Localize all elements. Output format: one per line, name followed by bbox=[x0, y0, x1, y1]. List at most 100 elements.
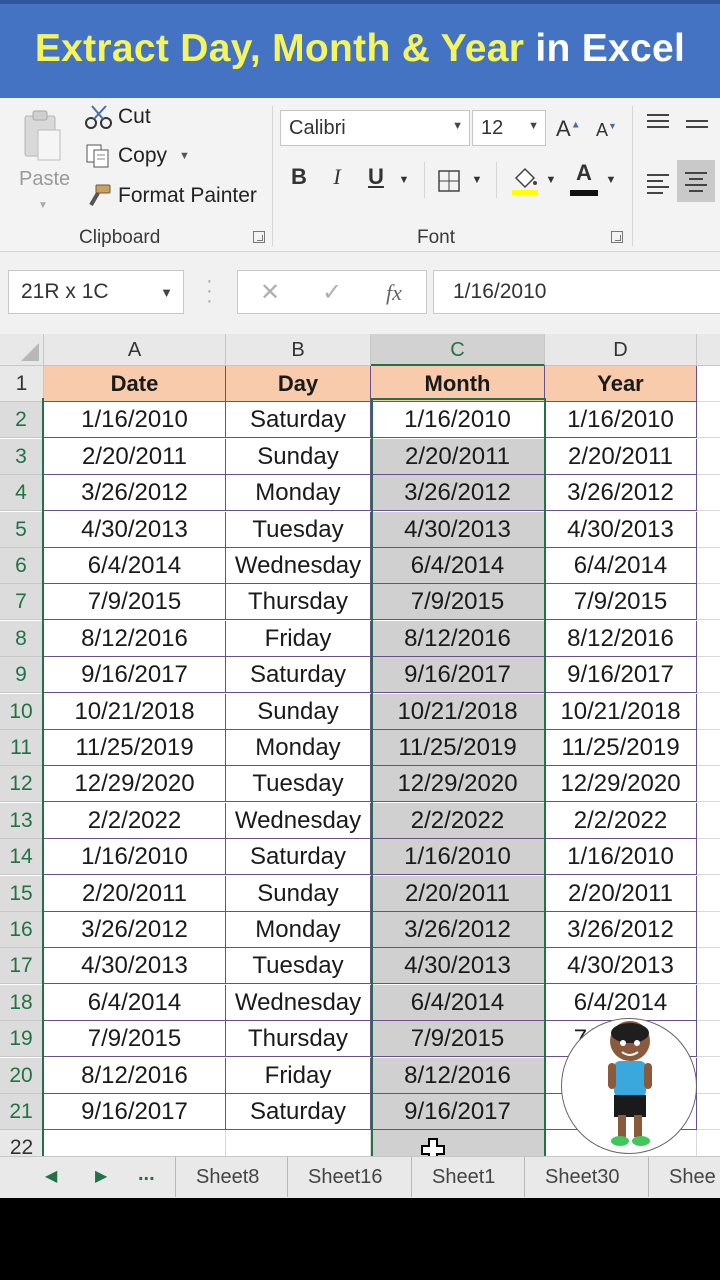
table-cell[interactable]: 1/16/2010 bbox=[371, 839, 545, 876]
row-header[interactable]: 18 bbox=[0, 984, 44, 1021]
table-cell[interactable]: Sunday bbox=[226, 875, 371, 912]
clipboard-launcher-icon[interactable] bbox=[253, 231, 265, 243]
bold-button[interactable]: B bbox=[290, 164, 308, 198]
format-painter-button[interactable]: Format Painter bbox=[84, 181, 257, 211]
chevron-down-icon[interactable]: ▼ bbox=[38, 200, 48, 211]
table-cell[interactable]: 4/30/2013 bbox=[44, 948, 226, 985]
table-cell[interactable]: 7/9/2015 bbox=[44, 584, 226, 621]
table-cell[interactable]: 8/12/2016 bbox=[545, 620, 697, 657]
empty-cell[interactable] bbox=[697, 948, 720, 985]
empty-cell[interactable] bbox=[697, 366, 720, 402]
empty-cell[interactable] bbox=[697, 839, 720, 876]
chevron-down-icon[interactable]: ▼ bbox=[471, 174, 483, 208]
header-cell[interactable]: Month bbox=[371, 366, 545, 402]
fill-color-icon[interactable] bbox=[510, 164, 540, 196]
row-header[interactable]: 15 bbox=[0, 875, 44, 912]
table-cell[interactable]: 7/9/2015 bbox=[371, 584, 545, 621]
chevron-down-icon[interactable]: ▼ bbox=[545, 174, 557, 208]
row-header[interactable]: 8 bbox=[0, 620, 44, 657]
table-cell[interactable]: 9/16/2017 bbox=[545, 657, 697, 694]
table-cell[interactable]: 1/16/2010 bbox=[44, 402, 226, 439]
table-cell[interactable]: 2/2/2022 bbox=[44, 802, 226, 839]
select-all-button[interactable] bbox=[0, 334, 44, 366]
header-cell[interactable]: Date bbox=[44, 366, 226, 402]
row-header[interactable]: 20 bbox=[0, 1057, 44, 1094]
table-cell[interactable]: 4/30/2013 bbox=[44, 511, 226, 548]
enter-icon[interactable]: ✓ bbox=[322, 278, 342, 307]
table-cell[interactable]: Wednesday bbox=[226, 548, 371, 584]
table-cell[interactable]: 3/26/2012 bbox=[371, 475, 545, 512]
empty-cell[interactable] bbox=[697, 985, 720, 1021]
table-cell[interactable]: Saturday bbox=[226, 402, 371, 439]
table-cell[interactable]: 6/4/2014 bbox=[371, 548, 545, 584]
empty-cell[interactable] bbox=[697, 584, 720, 621]
row-header[interactable]: 4 bbox=[0, 475, 44, 512]
name-box[interactable]: 21R x 1C ▼ bbox=[8, 270, 184, 314]
font-name-select[interactable]: Calibri ▼ bbox=[280, 110, 470, 146]
formula-bar-resize-handle[interactable]: · · · bbox=[206, 271, 213, 311]
table-cell[interactable]: Sunday bbox=[226, 438, 371, 475]
scroll-tabs-left-icon[interactable]: ◀ bbox=[45, 1166, 57, 1186]
table-cell[interactable]: 3/26/2012 bbox=[371, 912, 545, 948]
shrink-font-button[interactable]: A▼ bbox=[596, 120, 617, 141]
grow-font-button[interactable]: A▲ bbox=[556, 116, 581, 142]
row-header[interactable]: 1 bbox=[0, 366, 44, 402]
table-cell[interactable]: 6/4/2014 bbox=[44, 984, 226, 1021]
table-cell[interactable]: Friday bbox=[226, 620, 371, 657]
row-header[interactable]: 14 bbox=[0, 839, 44, 876]
table-cell[interactable]: 1/16/2010 bbox=[371, 402, 545, 439]
table-cell[interactable]: Saturday bbox=[226, 657, 371, 694]
header-cell[interactable]: Year bbox=[545, 366, 697, 402]
table-cell[interactable]: Wednesday bbox=[226, 802, 371, 839]
chevron-down-icon[interactable]: ▼ bbox=[605, 174, 617, 208]
table-cell[interactable]: 8/12/2016 bbox=[44, 620, 226, 657]
row-header[interactable]: 6 bbox=[0, 548, 44, 584]
empty-cell[interactable] bbox=[697, 1130, 720, 1156]
table-cell[interactable]: 2/20/2011 bbox=[371, 875, 545, 912]
table-cell[interactable]: 7/9/2015 bbox=[371, 1021, 545, 1058]
row-header[interactable]: 13 bbox=[0, 802, 44, 839]
empty-cell[interactable] bbox=[697, 876, 720, 912]
table-cell[interactable]: 1/16/2010 bbox=[44, 839, 226, 876]
underline-button[interactable]: U bbox=[366, 164, 386, 198]
table-cell[interactable]: 6/4/2014 bbox=[44, 548, 226, 584]
empty-cell[interactable] bbox=[697, 1058, 720, 1094]
row-header[interactable]: 11 bbox=[0, 730, 44, 766]
empty-cell[interactable] bbox=[697, 766, 720, 803]
table-cell[interactable]: 10/21/2018 bbox=[545, 693, 697, 730]
row-header[interactable]: 3 bbox=[0, 438, 44, 475]
empty-cell[interactable] bbox=[697, 1021, 720, 1058]
table-cell[interactable]: 11/25/2019 bbox=[371, 730, 545, 766]
align-middle-icon[interactable] bbox=[684, 118, 710, 138]
insert-function-icon[interactable]: fx bbox=[386, 280, 402, 306]
sheet-tab[interactable]: Shee bbox=[648, 1157, 720, 1197]
copy-button[interactable]: Copy ▼ bbox=[84, 141, 190, 171]
row-header[interactable]: 9 bbox=[0, 657, 44, 694]
scroll-tabs-right-icon[interactable]: ▶ bbox=[95, 1166, 107, 1186]
empty-cell[interactable] bbox=[697, 621, 720, 657]
table-cell[interactable]: Sunday bbox=[226, 693, 371, 730]
font-size-select[interactable]: 12 ▼ bbox=[472, 110, 546, 146]
table-cell[interactable]: 12/29/2020 bbox=[545, 766, 697, 803]
table-cell[interactable]: 10/21/2018 bbox=[44, 693, 226, 730]
row-header[interactable]: 10 bbox=[0, 693, 44, 730]
align-left-icon[interactable] bbox=[645, 172, 671, 194]
column-header-b[interactable]: B bbox=[226, 334, 371, 366]
empty-cell[interactable] bbox=[697, 512, 720, 548]
table-cell[interactable] bbox=[44, 1130, 226, 1156]
table-cell[interactable]: 11/25/2019 bbox=[44, 730, 226, 766]
table-cell[interactable]: 12/29/2020 bbox=[371, 766, 545, 803]
header-cell[interactable]: Day bbox=[226, 366, 371, 402]
table-cell[interactable]: 6/4/2014 bbox=[545, 984, 697, 1021]
font-launcher-icon[interactable] bbox=[611, 231, 623, 243]
formula-input[interactable]: 1/16/2010 bbox=[433, 270, 720, 314]
table-cell[interactable]: 9/16/2017 bbox=[44, 1094, 226, 1130]
table-cell[interactable]: 3/26/2012 bbox=[44, 475, 226, 512]
table-cell[interactable]: Thursday bbox=[226, 584, 371, 621]
more-sheets-button[interactable]: ... bbox=[138, 1163, 155, 1186]
table-cell[interactable]: 4/30/2013 bbox=[371, 948, 545, 985]
table-cell[interactable]: Saturday bbox=[226, 839, 371, 876]
row-header[interactable]: 22 bbox=[0, 1130, 44, 1156]
table-cell[interactable]: Saturday bbox=[226, 1094, 371, 1130]
table-cell[interactable]: Tuesday bbox=[226, 948, 371, 985]
